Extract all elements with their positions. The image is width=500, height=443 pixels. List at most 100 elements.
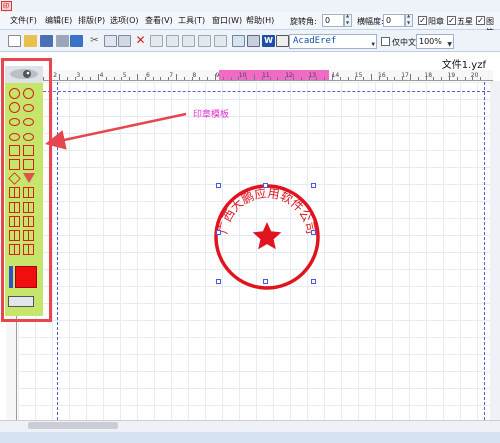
ruler-tick-mark xyxy=(144,77,146,80)
align-right-icon[interactable] xyxy=(182,35,195,47)
rotation-input[interactable]: 0 xyxy=(322,14,344,27)
align-left-icon[interactable] xyxy=(150,35,163,47)
ruler-tick-label: 5 xyxy=(122,72,127,79)
new-file-icon[interactable] xyxy=(8,35,21,47)
ruler-tick-mark xyxy=(371,74,372,80)
ruler-tick-mark xyxy=(449,74,450,80)
ruler-tick-mark xyxy=(269,77,271,80)
rotation-spinner[interactable] xyxy=(344,13,352,27)
align-top-icon[interactable] xyxy=(198,35,211,47)
star-label: 五星 xyxy=(457,17,473,26)
ruler-tick-mark xyxy=(90,77,92,80)
ruler-tick-mark xyxy=(105,77,107,80)
menu-tools[interactable]: 工具(T) xyxy=(178,15,205,26)
ruler-tick-mark xyxy=(433,77,435,80)
properties-icon[interactable] xyxy=(247,35,260,47)
ruler-tick-label: 6 xyxy=(146,72,150,79)
menu-view[interactable]: 查看(V) xyxy=(145,15,173,26)
ruler-tick-mark xyxy=(441,77,443,80)
paste-icon[interactable] xyxy=(118,35,131,47)
ruler-tick-mark xyxy=(207,77,209,80)
chevron-down-icon: ▼ xyxy=(447,41,452,48)
zoom-select[interactable]: 100% ▼ xyxy=(416,34,454,49)
image-icon[interactable] xyxy=(232,35,245,47)
ruler-tick-mark xyxy=(456,77,458,80)
save-icon[interactable] xyxy=(40,35,53,47)
star-checkbox[interactable]: ✓ xyxy=(447,16,456,25)
font-select-value: AcadEref xyxy=(293,36,337,46)
ruler-tick-mark xyxy=(74,77,76,80)
font-select[interactable]: AcadEref ▼ xyxy=(289,34,377,49)
ruler-tick-mark xyxy=(152,77,154,80)
ruler-tick-mark xyxy=(230,77,232,80)
copy-icon[interactable] xyxy=(104,35,117,47)
menu-file[interactable]: 文件(F) xyxy=(10,15,37,26)
zoom-select-value: 100% xyxy=(419,37,442,46)
ruler-tick-mark xyxy=(246,77,248,80)
export-icon[interactable] xyxy=(276,35,289,47)
ruler-tick-mark xyxy=(191,77,193,80)
pattern-checkbox[interactable]: ✓ xyxy=(476,16,485,25)
menu-help[interactable]: 帮助(H) xyxy=(246,15,274,26)
resize-handle-ne[interactable] xyxy=(311,183,316,188)
menu-layout[interactable]: 排版(P) xyxy=(78,15,105,26)
ruler-tick-mark xyxy=(480,77,482,80)
ruler-tick-mark xyxy=(277,77,279,80)
resize-handle-s[interactable] xyxy=(263,279,268,284)
ruler-tick-mark xyxy=(300,77,302,80)
ruler-tick-mark xyxy=(355,77,357,80)
menu-options[interactable]: 选项(O) xyxy=(110,15,139,26)
save-as-icon[interactable] xyxy=(56,35,69,47)
open-folder-icon[interactable] xyxy=(24,35,37,47)
ruler-tick-mark xyxy=(183,77,185,80)
only-chinese-checkbox[interactable] xyxy=(381,37,390,46)
guide-line-right xyxy=(484,82,485,420)
ruler-tick-mark xyxy=(410,74,411,80)
delete-icon[interactable]: ✕ xyxy=(134,34,147,47)
align-bottom-icon[interactable] xyxy=(214,35,227,47)
horizontal-scrollbar-thumb[interactable] xyxy=(28,422,118,429)
resize-handle-n[interactable] xyxy=(263,183,268,188)
ruler-tick-mark xyxy=(464,77,466,80)
guide-line-left xyxy=(57,82,58,420)
resize-handle-w[interactable] xyxy=(216,230,221,235)
resize-handle-e[interactable] xyxy=(311,230,316,235)
menu-window[interactable]: 窗口(W) xyxy=(212,15,242,26)
resize-handle-sw[interactable] xyxy=(216,279,221,284)
ruler-tick-mark xyxy=(215,74,216,80)
ruler-tick-label: 11 xyxy=(262,72,270,79)
ruler-tick-mark xyxy=(66,77,68,80)
vertical-scrollbar[interactable] xyxy=(490,81,500,420)
title-bar: 印章 xyxy=(0,0,500,19)
chevron-down-icon: ▼ xyxy=(371,41,375,48)
resize-handle-nw[interactable] xyxy=(216,183,221,188)
app-icon: 印章 xyxy=(1,1,12,19)
document-tab[interactable]: 文件1.yzf xyxy=(442,56,486,71)
palette-highlight-box xyxy=(1,58,52,322)
seal-stamp[interactable]: 广西大鹏应用软件公司 xyxy=(212,182,322,292)
ruler-tick-label: 12 xyxy=(285,72,293,79)
word-icon[interactable]: W xyxy=(262,35,275,47)
ruler-tick-mark xyxy=(425,77,427,80)
ruler-tick-mark xyxy=(324,77,326,80)
only-chinese-label: 仅中文 xyxy=(392,38,416,47)
ruler-tick-mark xyxy=(386,77,388,80)
ruler-tick-mark xyxy=(98,74,99,80)
aspect-input[interactable]: 0 xyxy=(383,14,405,27)
status-bar xyxy=(0,432,500,443)
rotation-label: 旋转角: xyxy=(290,17,317,26)
ruler-tick-mark xyxy=(113,77,115,80)
ruler-tick-mark xyxy=(137,74,138,80)
menu-edit[interactable]: 编辑(E) xyxy=(45,15,72,26)
ruler-tick-label: 2 xyxy=(53,72,58,79)
resize-handle-se[interactable] xyxy=(311,279,316,284)
yang-checkbox[interactable]: ✓ xyxy=(418,16,427,25)
align-center-icon[interactable] xyxy=(166,35,179,47)
aspect-spinner[interactable] xyxy=(405,13,413,27)
ruler-tick-mark xyxy=(222,77,224,80)
print-icon[interactable] xyxy=(70,35,83,47)
ruler-tick-mark xyxy=(199,77,201,80)
ruler-tick-label: 4 xyxy=(99,72,104,79)
ruler-tick-mark xyxy=(316,77,318,80)
cut-icon[interactable]: ✂ xyxy=(88,35,101,47)
